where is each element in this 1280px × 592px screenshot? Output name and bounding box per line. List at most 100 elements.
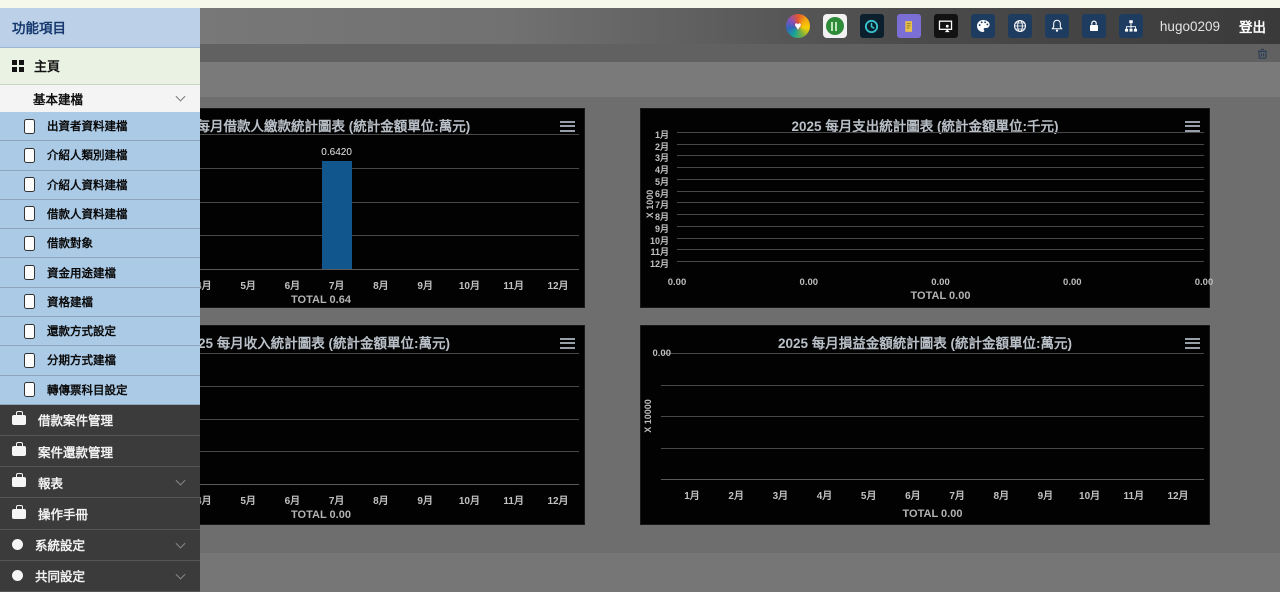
sidebar-module-label: 系統設定 [35, 535, 85, 554]
sitemap-icon[interactable] [1119, 14, 1143, 38]
gridline [677, 249, 1204, 250]
trash-icon[interactable] [1255, 46, 1270, 61]
briefcase-icon [12, 509, 26, 519]
bar-7月 [322, 161, 352, 269]
sidebar-subitem-label: 轉傳票科目設定 [47, 382, 128, 398]
sidebar-subitem[interactable]: 分期方式建檔 [0, 346, 200, 375]
axis-month-label: 3月 [760, 487, 800, 502]
axis-month-label: 12月 [1158, 487, 1198, 502]
logout-button[interactable]: 登出 [1239, 16, 1266, 36]
axis-month-label: 7月 [317, 277, 357, 292]
gridline [677, 144, 1204, 145]
axis-month-label: 9月 [405, 277, 445, 292]
chart-total-label: TOTAL 0.64 [241, 294, 401, 306]
gridline [661, 448, 1204, 449]
document-icon [24, 382, 35, 397]
gridline [677, 191, 1204, 192]
sidebar-module-item[interactable]: 共同設定 [0, 561, 200, 592]
axis-month-label: 11月 [494, 277, 534, 292]
sidebar-module-item[interactable]: 報表 [0, 467, 200, 498]
sidebar-home-label: 主頁 [34, 56, 60, 75]
sidebar-subitem-label: 借款人資料建檔 [47, 206, 128, 222]
axis-month-label: 4月 [805, 487, 845, 502]
sidebar-subitem[interactable]: 資金用途建檔 [0, 258, 200, 287]
bell-icon[interactable] [1045, 14, 1069, 38]
sidebar-module-item[interactable]: 案件還款管理 [0, 436, 200, 467]
presentation-app-icon[interactable] [934, 14, 958, 38]
lock-icon[interactable] [1082, 14, 1106, 38]
sidebar-group-basic-setup[interactable]: 基本建檔 [0, 85, 200, 112]
axis-month-label: 10月 [1070, 487, 1110, 502]
chevron-down-icon [176, 570, 186, 580]
sidebar-module-item[interactable]: 操作手冊 [0, 498, 200, 529]
clock-app-icon[interactable] [860, 14, 884, 38]
sidebar-module-item[interactable]: 借款案件管理 [0, 405, 200, 436]
chart-menu-icon[interactable] [560, 118, 575, 134]
sidebar-subitem[interactable]: 介紹人資料建檔 [0, 171, 200, 200]
sidebar-subitem[interactable]: 出資者資料建檔 [0, 112, 200, 141]
sidebar-subitem[interactable]: 資格建檔 [0, 288, 200, 317]
sidebar-subitem[interactable]: 還款方式設定 [0, 317, 200, 346]
sidebar-module-label: 操作手冊 [38, 504, 88, 523]
sidebar-subitem-label: 還款方式設定 [47, 323, 116, 339]
chart-menu-icon[interactable] [560, 335, 575, 351]
axis-month-label: 8月 [361, 492, 401, 507]
chevron-down-icon [176, 92, 186, 102]
y-axis-tick-label: 0.00 [641, 348, 671, 359]
scroll-app-icon[interactable] [897, 14, 921, 38]
sidebar-title-label: 功能項目 [12, 17, 66, 37]
gridline [661, 416, 1204, 417]
x-axis-tick-label: 0.00 [795, 277, 823, 288]
palette-logo-icon[interactable]: ♥ [786, 14, 810, 38]
axis-month-label: 6月 [272, 492, 312, 507]
sidebar-subitem[interactable]: 轉傳票科目設定 [0, 376, 200, 405]
sidebar-subitem-label: 介紹人類別建檔 [47, 147, 128, 163]
sidebar-module-label: 報表 [38, 473, 63, 492]
chart-title: 2025 每月損益金額統計圖表 (統計金額單位:萬元) [641, 332, 1209, 352]
sidebar-subitem[interactable]: 借款人資料建檔 [0, 200, 200, 229]
gridline [677, 238, 1204, 239]
axis-month-label: 7月 [317, 492, 357, 507]
sidebar-title: 功能項目 [0, 8, 200, 48]
axis-month-label: 11月 [494, 492, 534, 507]
gridline [677, 261, 1204, 262]
briefcase-icon [12, 415, 26, 425]
gridline [661, 479, 1204, 480]
sidebar-subitem[interactable]: 借款對象 [0, 229, 200, 258]
chart-total-label: TOTAL 0.00 [241, 509, 401, 521]
axis-month-label: 12月 [538, 277, 578, 292]
topbar-icons: ♥ [786, 14, 1143, 38]
circle-icon [12, 539, 23, 550]
globe-icon[interactable] [1008, 14, 1032, 38]
document-icon [24, 119, 35, 134]
sidebar-subitem-label: 資金用途建檔 [47, 265, 116, 281]
gridline [661, 385, 1204, 386]
gridline [677, 167, 1204, 168]
axis-month-label: 12月 [538, 492, 578, 507]
sidebar-group-label: 基本建檔 [33, 89, 83, 108]
sidebar-item-home[interactable]: 主頁 [0, 48, 200, 85]
axis-month-label: 6月 [272, 277, 312, 292]
gridline [677, 226, 1204, 227]
sidebar-subitem-label: 借款對象 [47, 235, 93, 251]
gridline [677, 155, 1204, 156]
axis-month-label: 9月 [405, 492, 445, 507]
username-label: hugo0209 [1160, 19, 1220, 34]
chart-total-label: TOTAL 0.00 [853, 508, 1013, 520]
palette-icon[interactable] [971, 14, 995, 38]
axis-month-label: 9月 [1025, 487, 1065, 502]
chart-panel-2: 2025 每月支出統計圖表 (統計金額單位:千元)1月2月3月4月5月6月7月8… [640, 108, 1210, 308]
sidebar-module-label: 案件還款管理 [38, 442, 113, 461]
x-axis-tick-label: 0.00 [1190, 277, 1218, 288]
axis-month-label: 10月 [449, 277, 489, 292]
document-icon [24, 353, 35, 368]
x-axis-tick-label: 0.00 [1058, 277, 1086, 288]
sidebar-subitem[interactable]: 介紹人類別建檔 [0, 141, 200, 170]
chart-menu-icon[interactable] [1185, 335, 1200, 351]
sidebar-module-item[interactable]: 系統設定 [0, 530, 200, 561]
bank-logo-icon[interactable] [823, 14, 847, 38]
gridline [677, 179, 1204, 180]
sidebar-subitems: 出資者資料建檔介紹人類別建檔介紹人資料建檔借款人資料建檔借款對象資金用途建檔資格… [0, 112, 200, 405]
axis-month-label: 7月 [937, 487, 977, 502]
axis-month-label: 10月 [449, 492, 489, 507]
